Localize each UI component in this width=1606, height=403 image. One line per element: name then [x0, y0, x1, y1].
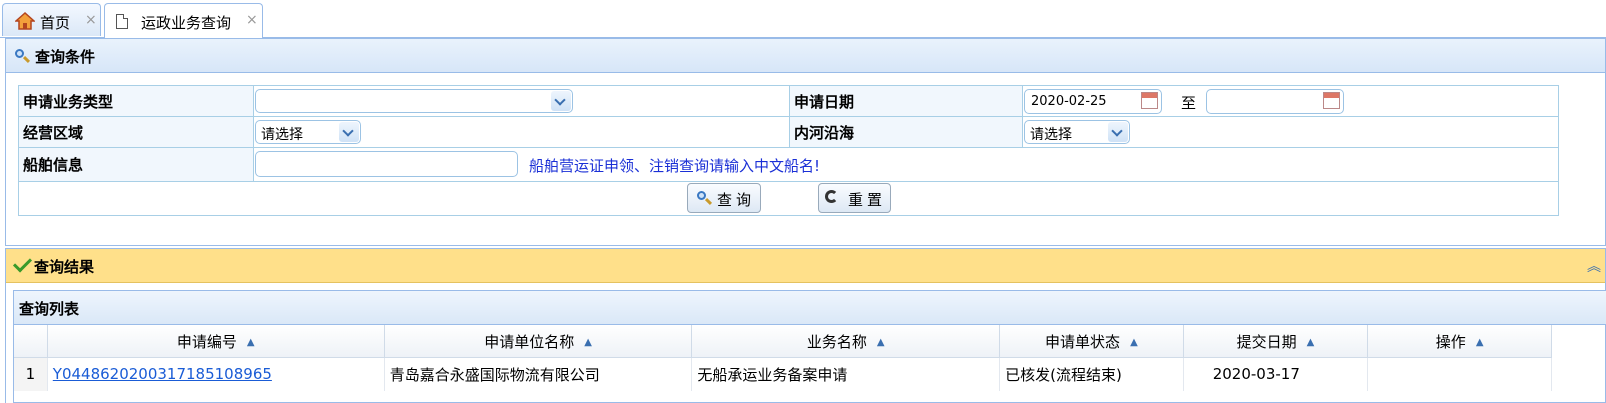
- business-type-label: 申请业务类型: [18, 85, 254, 117]
- chevron-down-icon[interactable]: [551, 91, 571, 111]
- river-sea-value: 请选择: [1030, 127, 1072, 143]
- check-icon: [12, 253, 33, 273]
- sort-asc-icon[interactable]: ▲: [1307, 337, 1315, 348]
- result-list-header: 查询列表: [14, 291, 1606, 325]
- date-from-value: 2020-02-25: [1031, 94, 1107, 109]
- tab-business-query[interactable]: 运政业务查询 ×: [104, 3, 263, 38]
- ship-info-input[interactable]: [255, 151, 518, 177]
- date-from-input[interactable]: 2020-02-25: [1024, 89, 1162, 114]
- collapse-icon[interactable]: ︽: [1587, 256, 1601, 276]
- column-header[interactable]: 申请编号 ▲: [47, 325, 385, 358]
- chevron-down-icon[interactable]: [339, 122, 359, 142]
- apply-date-label: 申请日期: [789, 85, 1023, 117]
- document-icon: [116, 14, 128, 29]
- result-panel: 查询结果 ︽ 查询列表 申请编号 ▲ 申请单位名称 ▲ 业务名称 ▲ 申请单状态 ▲ 提…: [5, 248, 1606, 403]
- tab-business-query-label: 运政业务查询: [141, 14, 232, 32]
- region-value: 请选择: [261, 127, 303, 143]
- reset-button-label: 重置: [848, 191, 887, 209]
- sort-asc-icon[interactable]: ▲: [1130, 337, 1138, 348]
- column-header[interactable]: 业务名称 ▲: [691, 325, 1001, 358]
- close-icon[interactable]: ×: [246, 12, 258, 28]
- tab-home-label: 首页: [40, 14, 71, 32]
- result-table: 申请编号 ▲ 申请单位名称 ▲ 业务名称 ▲ 申请单状态 ▲ 提交日期 ▲ 操作 ▲ 1 Y…: [14, 325, 1552, 391]
- search-icon: [697, 191, 713, 206]
- sort-asc-icon[interactable]: ▲: [877, 337, 885, 348]
- date-separator: 至: [1181, 94, 1197, 112]
- business-type-select[interactable]: [255, 89, 573, 113]
- search-button[interactable]: 查询: [687, 183, 761, 213]
- reset-button[interactable]: 重置: [818, 183, 891, 213]
- action-cell: [1367, 357, 1552, 391]
- result-panel-header: 查询结果 ︽: [6, 249, 1605, 283]
- sort-asc-icon[interactable]: ▲: [584, 337, 592, 348]
- table-header-row: 申请编号 ▲ 申请单位名称 ▲ 业务名称 ▲ 申请单状态 ▲ 提交日期 ▲ 操作 ▲: [14, 325, 1552, 358]
- query-panel-header: 查询条件: [6, 39, 1605, 73]
- status-cell: 已核发(流程结束): [999, 357, 1184, 391]
- result-list-title: 查询列表: [19, 300, 80, 318]
- tab-home[interactable]: 首页 ×: [2, 3, 101, 36]
- chevron-down-icon[interactable]: [1108, 122, 1128, 142]
- submit-date-cell: 2020-03-17: [1183, 357, 1369, 391]
- result-panel-title: 查询结果: [34, 258, 95, 276]
- apply-number-link[interactable]: Y044862020031718510896​5: [53, 365, 272, 383]
- column-header[interactable]: 申请单状态 ▲: [999, 325, 1184, 358]
- company-cell: 青岛嘉合永盛国际物流有限公司: [384, 357, 693, 391]
- river-sea-label: 内河沿海: [789, 116, 1023, 148]
- column-header[interactable]: 申请单位名称 ▲: [384, 325, 693, 358]
- ship-info-label: 船舶信息: [18, 147, 254, 182]
- search-button-label: 查询: [717, 191, 756, 209]
- row-number: 1: [14, 357, 48, 391]
- business-name-cell: 无船承运业务备案申请: [691, 357, 1001, 391]
- river-sea-select[interactable]: 请选择: [1024, 120, 1130, 144]
- region-select[interactable]: 请选择: [255, 120, 361, 144]
- query-panel: 查询条件 申请业务类型 申请日期 2020-02-25 至 经营区域 请选择 内…: [5, 38, 1606, 246]
- region-label: 经营区域: [18, 116, 254, 148]
- row-number-header: [14, 325, 48, 358]
- sort-asc-icon[interactable]: ▲: [247, 337, 255, 348]
- ship-info-hint: 船舶营运证申领、注销查询请输入中文船名!: [529, 157, 821, 175]
- search-icon: [15, 49, 31, 64]
- calendar-icon[interactable]: [1141, 92, 1158, 109]
- result-list: 查询列表 申请编号 ▲ 申请单位名称 ▲ 业务名称 ▲ 申请单状态 ▲ 提交日期 ▲ 操作…: [13, 290, 1606, 403]
- date-to-input[interactable]: [1206, 89, 1344, 114]
- query-form: 申请业务类型 申请日期 2020-02-25 至 经营区域 请选择 内河沿海 请…: [18, 85, 1559, 216]
- query-panel-title: 查询条件: [35, 48, 96, 66]
- sort-asc-icon[interactable]: ▲: [1476, 337, 1484, 348]
- home-icon: [15, 12, 35, 30]
- reset-icon: [825, 190, 838, 203]
- tab-bar: 首页 × 运政业务查询 ×: [0, 0, 1606, 38]
- table-row: 1 Y044862020031718510896​5 青岛嘉合永盛国际物流有限公…: [14, 357, 1552, 391]
- column-header[interactable]: 操作 ▲: [1367, 325, 1552, 358]
- close-icon[interactable]: ×: [85, 12, 97, 28]
- column-header[interactable]: 提交日期 ▲: [1183, 325, 1369, 358]
- calendar-icon[interactable]: [1323, 92, 1340, 109]
